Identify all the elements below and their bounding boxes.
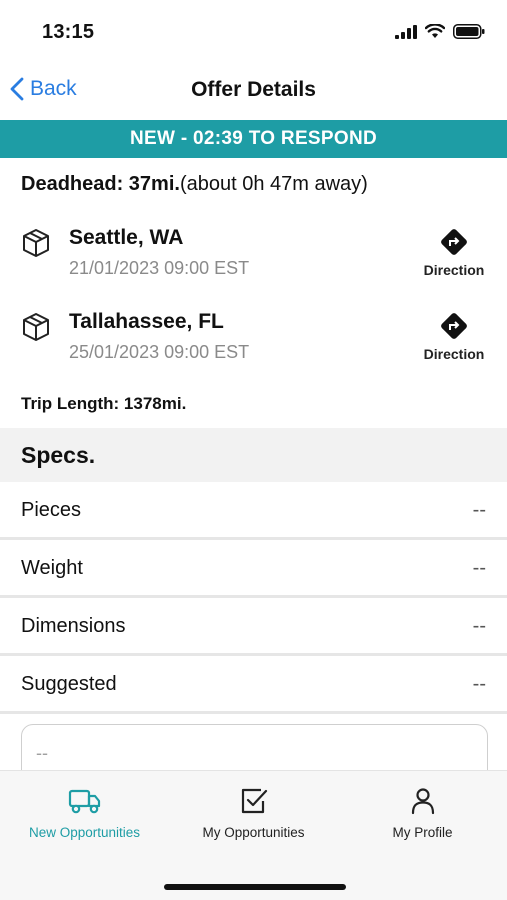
checkbox-icon: [241, 788, 267, 814]
direction-button[interactable]: Direction: [421, 312, 487, 362]
stop-city: Tallahassee, FL: [69, 310, 224, 333]
signal-icon: [395, 24, 417, 39]
status-time: 13:15: [42, 21, 95, 43]
deadhead-info: Deadhead: 37mi.(about 0h 47m away): [21, 173, 368, 196]
deadhead-detail: (about 0h 47m away): [179, 173, 368, 195]
stop-destination: Tallahassee, FL 25/01/2023 09:00 EST Dir…: [0, 310, 507, 380]
spec-label: Dimensions: [21, 615, 126, 637]
package-icon: [23, 313, 49, 341]
nav-bar: Back Offer Details: [0, 64, 507, 120]
spec-row-pieces: Pieces --: [0, 482, 507, 540]
home-indicator: [164, 884, 346, 890]
spec-row-suggested: Suggested --: [0, 656, 507, 714]
person-icon: [411, 788, 434, 815]
tab-new-opportunities[interactable]: New Opportunities: [0, 787, 169, 840]
status-icons: [395, 24, 485, 39]
tab-label: My Opportunities: [202, 825, 305, 840]
direction-label: Direction: [423, 262, 485, 278]
spec-row-dimensions: Dimensions --: [0, 598, 507, 656]
battery-icon: [453, 24, 485, 39]
tab-label: New Opportunities: [28, 825, 141, 840]
respond-banner: NEW - 02:39 TO RESPOND: [0, 120, 507, 158]
direction-icon: [441, 313, 467, 339]
spec-value: --: [472, 557, 486, 579]
specs-header: Specs.: [0, 428, 507, 482]
status-bar: 13:15: [0, 0, 507, 64]
spec-row-weight: Weight --: [0, 540, 507, 598]
deadhead-label: Deadhead: 37mi.: [21, 173, 180, 195]
spec-value: --: [472, 673, 486, 695]
stop-origin: Seattle, WA 21/01/2023 09:00 EST Directi…: [0, 226, 507, 296]
spec-label: Pieces: [21, 499, 82, 521]
tab-label: My Profile: [392, 825, 453, 840]
wifi-icon: [425, 24, 445, 38]
truck-icon: [68, 789, 100, 814]
spec-label: Suggested: [21, 673, 117, 695]
stop-datetime: 25/01/2023 09:00 EST: [69, 342, 250, 362]
spec-value: --: [472, 499, 486, 521]
tab-my-opportunities[interactable]: My Opportunities: [169, 787, 338, 840]
specs-title: Specs.: [21, 442, 96, 468]
spec-value: --: [472, 615, 486, 637]
stop-datetime: 21/01/2023 09:00 EST: [69, 258, 250, 278]
direction-icon: [441, 229, 467, 255]
tab-my-profile[interactable]: My Profile: [338, 787, 507, 840]
direction-label: Direction: [423, 346, 485, 362]
stop-city: Seattle, WA: [69, 226, 184, 249]
package-icon: [23, 229, 49, 257]
notes-value: --: [36, 743, 48, 763]
direction-button[interactable]: Direction: [421, 228, 487, 278]
page-title: Offer Details: [191, 78, 316, 101]
spec-label: Weight: [21, 557, 83, 579]
trip-length: Trip Length: 1378mi.: [21, 394, 187, 413]
tab-bar: New Opportunities My Opportunities My Pr…: [0, 770, 507, 900]
